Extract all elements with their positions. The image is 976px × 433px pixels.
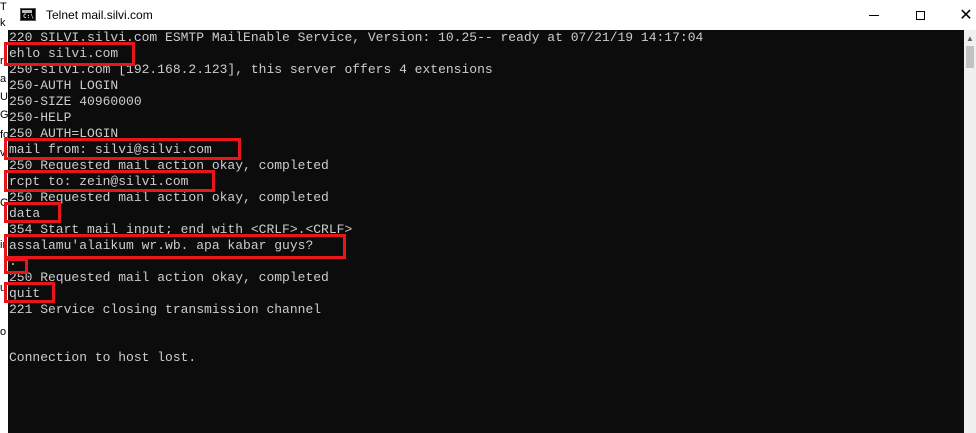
- console-line: Connection to host lost.: [9, 350, 197, 365]
- minimize-button[interactable]: [851, 0, 897, 30]
- highlight-data-command: [4, 202, 61, 223]
- close-icon: ✕: [959, 5, 973, 24]
- title-bar[interactable]: C:\ Telnet mail.silvi.com ✕: [8, 0, 976, 30]
- console-line: 250-AUTH LOGIN: [9, 78, 119, 93]
- console-line: 250-HELP: [9, 110, 72, 125]
- highlight-ehlo-command: [4, 42, 135, 66]
- console-icon[interactable]: C:\: [20, 8, 36, 21]
- highlight-mail-from-command: [4, 138, 241, 160]
- window-title: Telnet mail.silvi.com: [46, 8, 153, 22]
- highlight-end-of-data: [4, 258, 28, 274]
- scrollbar-thumb[interactable]: [966, 46, 974, 68]
- console-line: 221 Service closing transmission channel: [9, 302, 322, 317]
- vertical-scrollbar[interactable]: ▲: [964, 30, 976, 433]
- console-line: 250-SIZE 40960000: [9, 94, 142, 109]
- telnet-window: C:\ Telnet mail.silvi.com ✕ 220 SILVI.si…: [0, 0, 976, 433]
- highlight-quit-command: [4, 282, 55, 303]
- scroll-up-icon[interactable]: ▲: [964, 30, 976, 46]
- close-button[interactable]: ✕: [943, 0, 976, 30]
- console-icon-label: C:\: [23, 13, 34, 20]
- console-line: 250 Requested mail action okay, complete…: [9, 270, 329, 285]
- maximize-button[interactable]: [897, 0, 943, 30]
- highlight-message-body: [4, 234, 346, 259]
- maximize-icon: [915, 10, 925, 20]
- highlight-rcpt-to-command: [4, 170, 215, 192]
- minimize-icon: [869, 14, 879, 16]
- console-output[interactable]: 220 SILVI.silvi.com ESMTP MailEnable Ser…: [8, 30, 964, 433]
